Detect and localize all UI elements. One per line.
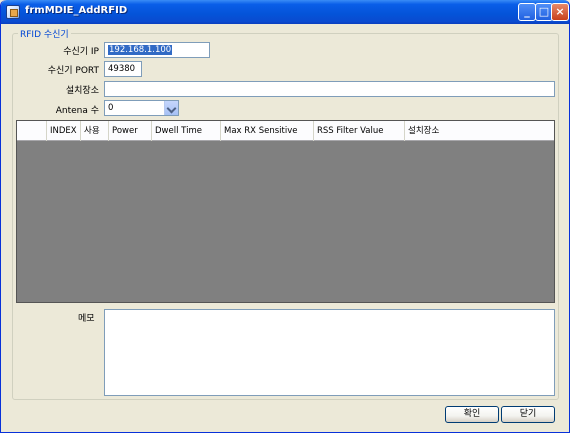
column-header-dwell-time[interactable]: Dwell Time (152, 121, 221, 141)
column-header-location[interactable]: 설치장소 (405, 121, 554, 141)
close-button[interactable]: 닫기 (501, 406, 555, 423)
minimize-icon[interactable]: _ (518, 3, 536, 21)
antenna-select[interactable]: 0 (104, 100, 179, 116)
column-header-power[interactable]: Power (109, 121, 152, 141)
confirm-button[interactable]: 확인 (445, 406, 499, 423)
memo-label: 메모 (78, 314, 95, 324)
app-icon (6, 5, 20, 19)
memo-textarea[interactable] (104, 309, 555, 396)
ip-label: 수신기 IP (63, 47, 99, 57)
close-icon[interactable]: × (551, 3, 569, 21)
location-label: 설치장소 (65, 86, 99, 96)
column-header-index[interactable]: INDEX (47, 121, 81, 141)
column-header-rss-filter-value[interactable]: RSS Filter Value (314, 121, 405, 141)
column-header-use[interactable]: 사용 (81, 121, 109, 141)
row-header-corner (17, 121, 47, 141)
antenna-grid[interactable]: INDEX 사용 Power Dwell Time Max RX Sensiti… (16, 120, 555, 303)
antenna-label: Antena 수 (55, 106, 99, 116)
ip-value: 192.168.1.100 (108, 45, 173, 55)
window-title: frmMDIE_AddRFID (25, 5, 128, 16)
main-window: frmMDIE_AddRFID _ □ × RFID 수신기 수신기 IP 19… (0, 0, 570, 433)
port-label: 수신기 PORT (47, 66, 99, 76)
chevron-down-icon[interactable] (164, 101, 178, 115)
ip-input[interactable]: 192.168.1.100 (104, 42, 210, 58)
group-label: RFID 수신기 (18, 27, 71, 40)
port-input[interactable]: 49380 (104, 61, 142, 77)
antenna-value: 0 (108, 103, 114, 113)
location-input[interactable] (104, 81, 555, 97)
grid-header: INDEX 사용 Power Dwell Time Max RX Sensiti… (17, 121, 554, 141)
column-header-max-rx-sensitive[interactable]: Max RX Sensitive (221, 121, 314, 141)
title-bar[interactable]: frmMDIE_AddRFID _ □ × (1, 0, 569, 24)
